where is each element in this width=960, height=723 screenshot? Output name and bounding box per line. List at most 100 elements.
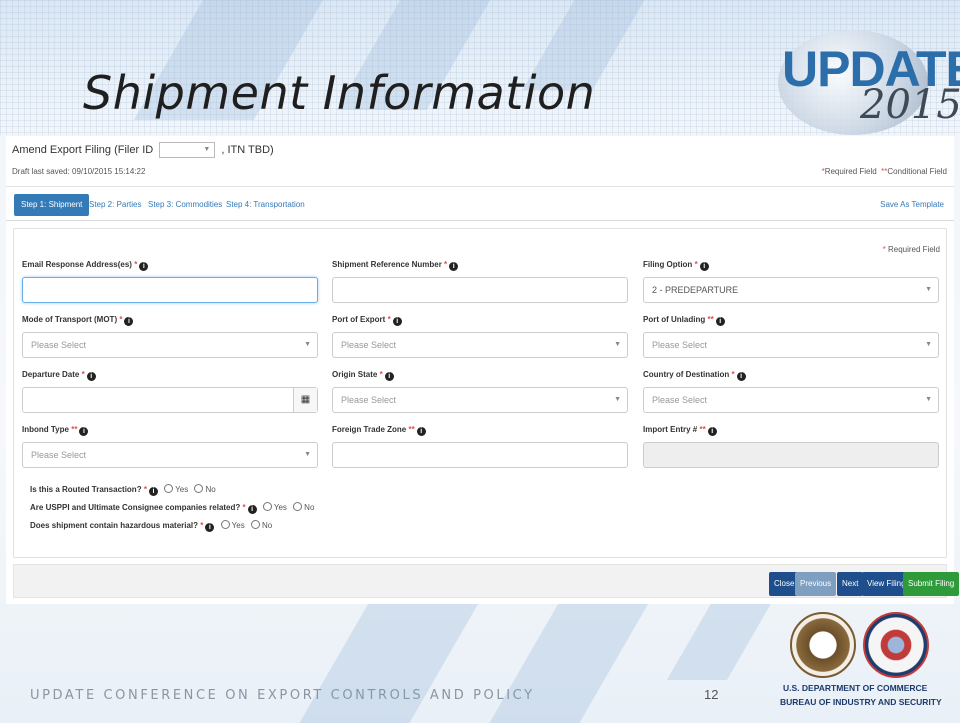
port-export-label: Port of Export * i [332,314,628,326]
department-name: U.S. DEPARTMENT OF COMMERCE [783,683,928,693]
logo-year: 2015 [860,82,960,128]
conference-footer: UPDATE CONFERENCE ON EXPORT CONTROLS AND… [30,688,535,703]
info-icon[interactable]: i [715,317,725,326]
country-dest-placeholder: Please Select [652,395,708,405]
chevron-down-icon: ▼ [925,396,932,403]
divider [6,220,954,221]
inbond-group: Inbond Type ** i Please Select ▼ [22,424,318,468]
page-number: 12 [704,687,719,702]
chevron-down-icon: ▼ [925,286,932,293]
inbond-placeholder: Please Select [31,450,87,460]
port-unlading-group: Port of Unlading ** i Please Select ▼ [643,314,939,358]
mot-group: Mode of Transport (MOT) * i Please Select… [22,314,318,358]
info-icon[interactable]: i [79,427,89,436]
background-stripe [666,600,774,680]
export-filing-app: Amend Export Filing (Filer ID ▼ , ITN TB… [6,136,960,604]
conditional-legend-text: Conditional Field [887,167,947,176]
background-stripe [479,600,651,723]
previous-button[interactable]: Previous [795,572,837,596]
chevron-down-icon: ▼ [614,396,621,403]
origin-state-placeholder: Please Select [341,395,397,405]
email-input[interactable] [22,277,318,303]
info-icon[interactable]: i [205,523,215,532]
hazardous-question: Does shipment contain hazardous material… [30,520,273,532]
routed-no-radio[interactable] [194,484,204,493]
chevron-down-icon: ▼ [925,341,932,348]
hazardous-no-radio[interactable] [250,520,260,529]
import-entry-label: Import Entry # ** i [643,424,939,436]
required-legend: *Required Field **Conditional Field [821,167,947,176]
bureau-name: BUREAU OF INDUSTRY AND SECURITY [780,697,942,707]
import-entry-group: Import Entry # ** i [643,424,939,468]
tab-step4-transportation[interactable]: Step 4: Transportation [226,194,305,216]
import-entry-input [643,442,939,468]
shipment-form: * Required Field Email Response Address(… [13,228,947,558]
hazardous-yes-radio[interactable] [220,520,230,529]
routed-yes-radio[interactable] [164,484,174,493]
info-icon[interactable]: i [247,505,257,514]
info-icon[interactable]: i [86,372,96,381]
info-icon[interactable]: i [124,317,134,326]
draft-saved-text: Draft last saved: 09/10/2015 15:14:22 [12,167,146,176]
info-icon[interactable]: i [416,427,426,436]
inbond-select[interactable]: Please Select ▼ [22,442,318,468]
required-legend-text: Required Field [824,167,877,176]
slide-title: Shipment Information [83,66,596,120]
calendar-icon[interactable]: ▦ [293,388,317,412]
filer-id-select[interactable]: ▼ [159,142,216,158]
email-group: Email Response Address(es) * i [22,259,318,303]
tab-step3-commodities[interactable]: Step 3: Commodities [148,194,222,216]
related-yes-radio[interactable] [262,502,272,511]
info-icon[interactable]: i [699,262,709,271]
country-dest-label: Country of Destination * i [643,369,939,381]
tab-step1-shipment[interactable]: Step 1: Shipment [14,194,90,216]
port-export-placeholder: Please Select [341,340,397,350]
related-no-radio[interactable] [293,502,303,511]
ftz-label: Foreign Trade Zone ** i [332,424,628,436]
update-2015-logo: UPDATE 2015 [768,18,960,136]
info-icon[interactable]: i [449,262,459,271]
required-note-text: Required Field [887,245,940,254]
origin-state-label: Origin State * i [332,369,628,381]
country-dest-select[interactable]: Please Select ▼ [643,387,939,413]
info-icon[interactable]: i [392,317,402,326]
filing-option-select[interactable]: 2 - PREDEPARTURE ▼ [643,277,939,303]
next-button[interactable]: Next [837,572,864,596]
chevron-down-icon: ▼ [304,341,311,348]
info-icon[interactable]: i [736,372,746,381]
related-parties-question: Are USPPI and Ultimate Consignee compani… [30,502,315,514]
filing-option-value: 2 - PREDEPARTURE [652,285,739,295]
shipment-ref-input[interactable] [332,277,628,303]
port-unlading-select[interactable]: Please Select ▼ [643,332,939,358]
info-icon[interactable]: i [148,487,158,496]
departure-date-input[interactable]: ▦ [22,387,318,413]
filing-title-prefix: Amend Export Filing (Filer ID [12,143,154,156]
mot-placeholder: Please Select [31,340,87,350]
ftz-group: Foreign Trade Zone ** i [332,424,628,468]
filing-option-label: Filing Option * i [643,259,939,271]
chevron-down-icon: ▼ [614,341,621,348]
routed-transaction-question: Is this a Routed Transaction? * i Yes No [30,484,216,496]
submit-filing-button[interactable]: Submit Filing [903,572,960,596]
origin-state-select[interactable]: Please Select ▼ [332,387,628,413]
port-export-select[interactable]: Please Select ▼ [332,332,628,358]
info-icon[interactable]: i [707,427,717,436]
info-icon[interactable]: i [139,262,149,271]
origin-state-group: Origin State * i Please Select ▼ [332,369,628,413]
ftz-input[interactable] [332,442,628,468]
save-as-template-link[interactable]: Save As Template [880,194,944,216]
tab-step2-parties[interactable]: Step 2: Parties [89,194,141,216]
departure-date-group: Departure Date * i ▦ [22,369,318,413]
step-tabs: Step 1: Shipment Step 2: Parties Step 3:… [14,194,946,216]
info-icon[interactable]: i [384,372,394,381]
country-dest-group: Country of Destination * i Please Select ▼ [643,369,939,413]
shipment-ref-label: Shipment Reference Number * i [332,259,628,271]
filing-title-suffix: , ITN TBD) [221,143,274,156]
divider [6,186,954,187]
filing-option-group: Filing Option * i 2 - PREDEPARTURE ▼ [643,259,939,303]
chevron-down-icon: ▼ [203,146,211,153]
mot-select[interactable]: Please Select ▼ [22,332,318,358]
port-unlading-label: Port of Unlading ** i [643,314,939,326]
commerce-seal-icon [790,612,856,678]
port-unlading-placeholder: Please Select [652,340,708,350]
